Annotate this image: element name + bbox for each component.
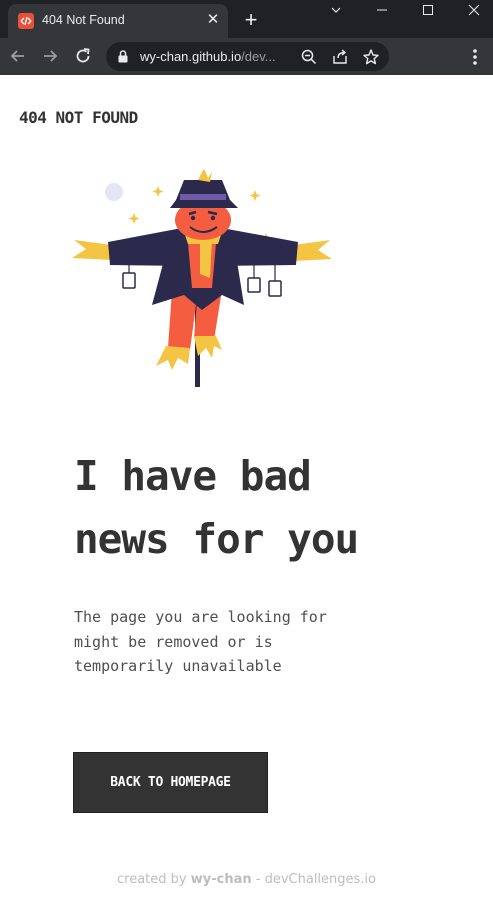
- address-bar[interactable]: wy-chan.github.io/dev...: [106, 42, 389, 71]
- description-line-1: The page you are looking for: [74, 608, 327, 626]
- description: The page you are looking for might be re…: [74, 605, 374, 679]
- new-tab-icon[interactable]: +: [240, 9, 262, 31]
- zoom-icon[interactable]: [300, 48, 318, 66]
- url-path: /dev...: [241, 49, 276, 64]
- maximize-icon[interactable]: [405, 0, 451, 30]
- back-to-homepage-button[interactable]: BACK TO HOMEPAGE: [73, 752, 268, 813]
- url-host: wy-chan.github.io: [140, 49, 242, 64]
- scrollable-tab-list-icon[interactable]: [313, 0, 359, 30]
- close-window-icon[interactable]: [451, 0, 493, 30]
- page-content: 404 NOT FOUND I have bad news for you Th…: [0, 75, 493, 924]
- tab-title: 404 Not Found: [42, 13, 125, 27]
- lock-icon[interactable]: [116, 49, 130, 64]
- back-icon[interactable]: [6, 44, 30, 68]
- reload-icon[interactable]: [71, 44, 95, 68]
- footer-credit: created by wy-chan - devChallenges.io: [0, 872, 493, 887]
- kebab-menu-icon[interactable]: [466, 47, 484, 67]
- footer-prefix: created by: [117, 872, 187, 887]
- forward-icon[interactable]: [38, 44, 62, 68]
- browser-toolbar: wy-chan.github.io/dev...: [0, 38, 493, 75]
- bookmark-star-icon[interactable]: [362, 48, 380, 66]
- tab-close-icon[interactable]: ✕: [204, 11, 222, 29]
- description-line-2: might be removed or is: [74, 632, 273, 651]
- minimize-icon[interactable]: [359, 0, 405, 30]
- headline-line-2: news for you: [74, 515, 359, 563]
- footer-author-link[interactable]: wy-chan: [191, 872, 252, 887]
- description-line-3: temporarily unavailable: [74, 657, 282, 675]
- headline: I have bad news for you: [74, 445, 474, 571]
- share-icon[interactable]: [331, 48, 349, 66]
- page-brand: 404 NOT FOUND: [19, 108, 138, 127]
- site-favicon-icon: [18, 13, 34, 29]
- url-text: wy-chan.github.io/dev...: [140, 49, 295, 64]
- browser-tab-active[interactable]: 404 Not Found ✕: [8, 4, 228, 38]
- headline-line-1: I have bad: [74, 452, 312, 500]
- scarecrow-illustration: [72, 170, 332, 387]
- browser-tab-bar: 404 Not Found ✕ +: [0, 0, 493, 38]
- footer-suffix[interactable]: - devChallenges.io: [256, 872, 376, 887]
